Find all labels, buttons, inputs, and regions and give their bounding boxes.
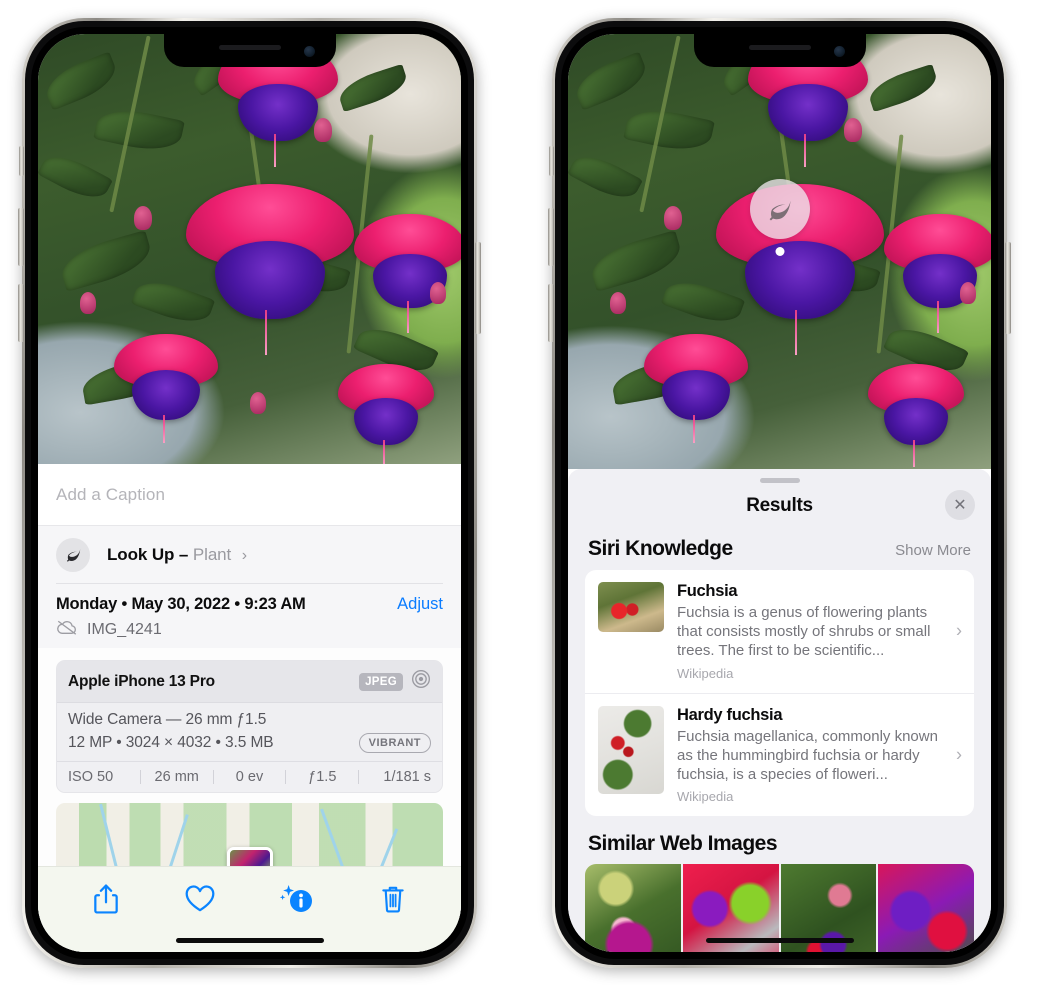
camera-card-body: Wide Camera — 26 mm ƒ1.5 12 MP • 3024 × … — [57, 703, 442, 761]
similar-web-images-header: Similar Web Images — [568, 816, 991, 864]
result-thumbnail — [598, 582, 664, 632]
specs-row: 12 MP • 3024 × 4032 • 3.5 MB VIBRANT — [68, 733, 431, 753]
front-camera-icon — [303, 46, 315, 57]
look-up-row[interactable]: ✦ ✦ Look Up – Plant › — [38, 526, 461, 583]
visual-lookup-badge[interactable] — [750, 179, 810, 256]
look-up-title: Look Up — [107, 544, 175, 564]
color-badge: VIBRANT — [358, 733, 431, 753]
format-badge: JPEG — [359, 672, 403, 691]
flower — [114, 334, 218, 444]
metadata-header: Monday • May 30, 2022 • 9:23 AM Adjust — [56, 595, 443, 614]
close-icon[interactable]: ✕ — [945, 490, 975, 520]
chevron-right-icon: › — [956, 620, 962, 641]
look-up-label: Look Up – Plant › — [107, 545, 247, 565]
favorite-button[interactable] — [185, 884, 215, 913]
flower — [186, 184, 354, 355]
photo-viewer[interactable] — [38, 34, 461, 464]
leaf-icon — [56, 537, 90, 572]
mute-switch[interactable] — [19, 146, 24, 176]
flower — [868, 364, 964, 467]
exif-iso: ISO 50 — [68, 769, 114, 785]
result-title: Fuchsia — [677, 582, 738, 600]
caption-input[interactable]: Add a Caption — [56, 485, 165, 505]
results-title: Results — [746, 495, 813, 516]
list-item[interactable]: Fuchsia Fuchsia is a genus of flowering … — [585, 570, 974, 693]
exif-aperture: ƒ1.5 — [308, 769, 337, 785]
results-header: Results ✕ — [568, 483, 991, 529]
exif-exposure: 0 ev — [235, 769, 264, 785]
similar-web-images-title: Similar Web Images — [588, 832, 778, 856]
flower — [354, 214, 461, 333]
screen-left: Add a Caption ✦ ✦ Look Up – Plant › — [38, 34, 461, 952]
exif-row: ISO 50 26 mm 0 ev ƒ1.5 1/181 s — [57, 761, 442, 792]
camera-info-card: Apple iPhone 13 Pro JPEG Wide Camera — 2… — [56, 660, 443, 793]
list-item[interactable]: Hardy fuchsia Fuchsia magellanica, commo… — [585, 692, 974, 817]
earpiece-speaker — [748, 45, 811, 50]
photo-date: Monday • May 30, 2022 • 9:23 AM — [56, 595, 306, 613]
look-up-dash: – — [178, 544, 189, 564]
web-image-thumbnail[interactable] — [878, 864, 974, 952]
result-title: Hardy fuchsia — [677, 705, 783, 724]
device-name: Apple iPhone 13 Pro — [68, 672, 215, 690]
info-button[interactable] — [280, 883, 314, 915]
siri-knowledge-header: Siri Knowledge Show More — [568, 529, 991, 570]
front-camera-icon — [833, 46, 845, 57]
camera-card-badges: JPEG — [359, 669, 431, 694]
leaf-icon — [769, 200, 791, 221]
volume-up-button[interactable] — [548, 208, 554, 266]
look-up-subject: Plant — [192, 544, 232, 564]
adjust-button[interactable]: Adjust — [397, 595, 443, 614]
result-text: Hardy fuchsia Fuchsia magellanica, commo… — [664, 706, 962, 805]
metadata-block: Monday • May 30, 2022 • 9:23 AM Adjust I… — [38, 583, 461, 648]
screenshot-stage: Add a Caption ✦ ✦ Look Up – Plant › — [0, 0, 1055, 985]
chevron-right-icon: › — [956, 744, 962, 765]
result-source: Wikipedia — [677, 789, 734, 805]
exif-focal: 26 mm — [154, 769, 199, 785]
filename-row: IMG_4241 — [56, 620, 443, 640]
result-source: Wikipedia — [677, 665, 734, 681]
earpiece-speaker — [218, 45, 281, 50]
iphone-left: Add a Caption ✦ ✦ Look Up – Plant › — [18, 18, 481, 968]
notch — [693, 34, 866, 67]
icloud-slash-icon — [56, 620, 78, 640]
result-thumbnail — [598, 705, 664, 794]
result-description: Fuchsia magellanica, commonly known as t… — [677, 727, 938, 783]
volume-down-button[interactable] — [18, 284, 24, 342]
power-button[interactable] — [475, 242, 481, 334]
aperture-icon — [411, 669, 431, 694]
flower — [644, 334, 748, 444]
flower — [338, 364, 434, 464]
volume-up-button[interactable] — [18, 208, 24, 266]
camera-card-header: Apple iPhone 13 Pro JPEG — [57, 661, 442, 703]
exif-shutter: 1/181 s — [383, 769, 431, 785]
result-description: Fuchsia is a genus of flowering plants t… — [677, 604, 931, 660]
web-image-thumbnail[interactable] — [585, 864, 681, 952]
specs-line: 12 MP • 3024 × 4032 • 3.5 MB — [68, 734, 274, 751]
screen-right: Results ✕ Siri Knowledge Show More Fuchs… — [568, 34, 991, 952]
lens-line: Wide Camera — 26 mm ƒ1.5 — [68, 711, 267, 728]
results-sheet: Results ✕ Siri Knowledge Show More Fuchs… — [568, 469, 991, 952]
siri-knowledge-card: Fuchsia Fuchsia is a genus of flowering … — [585, 570, 974, 817]
iphone-right: Results ✕ Siri Knowledge Show More Fuchs… — [548, 18, 1011, 968]
notch — [163, 34, 336, 67]
photo-filename: IMG_4241 — [87, 621, 162, 638]
home-indicator[interactable] — [175, 938, 324, 943]
show-more-button[interactable]: Show More — [895, 542, 971, 559]
volume-down-button[interactable] — [548, 284, 554, 342]
photo-viewer[interactable] — [568, 34, 991, 469]
flower — [884, 214, 991, 333]
delete-button[interactable] — [380, 884, 406, 914]
result-text: Fuchsia Fuchsia is a genus of flowering … — [664, 582, 962, 681]
siri-knowledge-title: Siri Knowledge — [588, 537, 733, 560]
share-button[interactable] — [93, 883, 119, 915]
chevron-right-icon: › — [241, 546, 248, 564]
caption-field-row[interactable]: Add a Caption — [38, 464, 461, 526]
badge-anchor-dot — [775, 247, 785, 256]
mute-switch[interactable] — [549, 146, 554, 176]
photo-info-sheet: Add a Caption ✦ ✦ Look Up – Plant › — [38, 464, 461, 952]
home-indicator[interactable] — [705, 938, 854, 943]
divider — [56, 583, 443, 584]
power-button[interactable] — [1005, 242, 1011, 334]
